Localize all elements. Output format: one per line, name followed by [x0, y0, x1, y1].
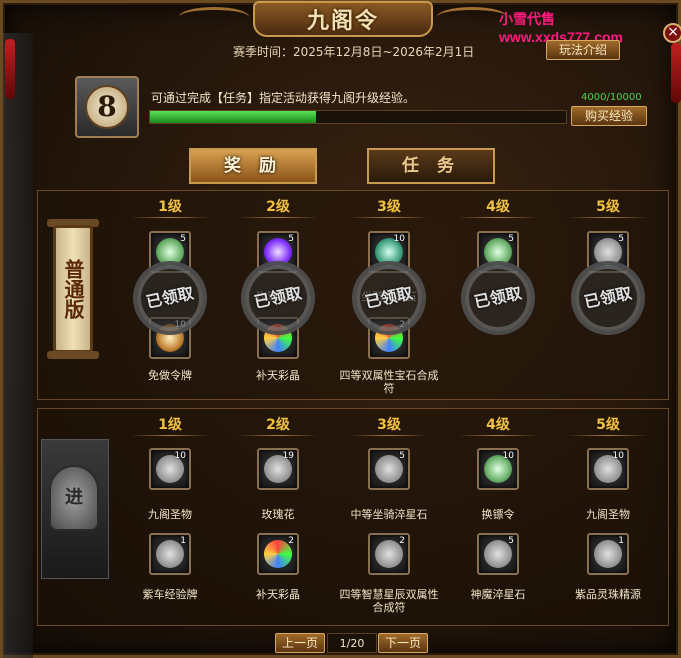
exp-progress-bar	[149, 110, 567, 124]
item-count: 2	[288, 536, 294, 546]
item-count: 5	[508, 234, 514, 244]
season-time: 赛季时间：2025年12月8日~2026年2月1日	[233, 45, 475, 59]
reward-slot[interactable]: 10	[587, 448, 629, 490]
level-header: 4级	[486, 417, 510, 433]
level-header: 2级	[266, 199, 290, 215]
item-count: 1	[618, 536, 624, 546]
prev-page-button[interactable]: 上一页	[275, 633, 325, 653]
level-header: 2级	[266, 417, 290, 433]
item-name: 九阁圣物	[148, 508, 192, 521]
item-name: 补天彩晶	[256, 369, 300, 382]
exp-description: 可通过完成【任务】指定活动获得九阁升级经验。	[151, 91, 416, 105]
reward-slot[interactable]: 2	[257, 533, 299, 575]
next-page-button[interactable]: 下一页	[378, 633, 428, 653]
tassel-right	[671, 43, 681, 103]
exp-progress-fill	[150, 111, 317, 123]
reward-slot[interactable]: 5	[477, 533, 519, 575]
item-name: 四等双属性宝石合成符	[339, 369, 439, 395]
reward-slot[interactable]: 2	[368, 533, 410, 575]
item-count: 2	[399, 536, 405, 546]
battle-pass-window: 九阁令 小雪代售www.xxds777.com × 赛季时间：2025年12月8…	[0, 0, 681, 658]
level-header: 5级	[596, 417, 620, 433]
reward-slot[interactable]: 1	[149, 533, 191, 575]
title-ornament-left	[179, 7, 249, 27]
page-indicator: 1/20	[327, 633, 377, 653]
reward-slot[interactable]: 10	[149, 448, 191, 490]
reward-slot[interactable]: 5	[368, 448, 410, 490]
item-name: 九阁圣物	[586, 508, 630, 521]
item-name: 紫品灵珠精源	[575, 588, 641, 601]
item-name: 补天彩晶	[256, 588, 300, 601]
item-count: 5	[288, 234, 294, 244]
reward-slot[interactable]: 19	[257, 448, 299, 490]
left-backdrop	[3, 33, 33, 658]
item-count: 10	[612, 451, 624, 461]
item-count: 10	[502, 451, 514, 461]
advanced-tier-banner: 进	[49, 465, 99, 531]
level-divider	[458, 435, 538, 436]
item-count: 10	[174, 451, 186, 461]
level-header: 3级	[377, 417, 401, 433]
level-divider	[568, 435, 648, 436]
level-header: 3级	[377, 199, 401, 215]
tassel-left	[5, 39, 15, 99]
item-name: 换镖令	[481, 508, 515, 521]
level-divider	[458, 217, 538, 218]
rules-button[interactable]: 玩法介绍	[546, 40, 620, 60]
level-header: 1级	[158, 199, 182, 215]
reward-slot[interactable]: 10	[477, 448, 519, 490]
item-name: 玫瑰花	[261, 508, 295, 521]
level-divider	[238, 217, 318, 218]
item-count: 19	[282, 451, 294, 461]
window-title: 九阁令	[253, 1, 433, 37]
level-badge: 8	[75, 76, 139, 138]
item-count: 5	[399, 451, 405, 461]
normal-tier-banner: 普通版	[53, 225, 93, 353]
item-name: 紫车经验牌	[142, 588, 198, 601]
level-number: 8	[85, 85, 129, 129]
level-divider	[568, 217, 648, 218]
item-count: 1	[180, 536, 186, 546]
banner-cap-bottom	[47, 351, 99, 359]
item-count: 5	[618, 234, 624, 244]
item-count: 5	[508, 536, 514, 546]
item-name: 免做令牌	[148, 369, 192, 382]
level-divider	[349, 217, 429, 218]
level-header: 4级	[486, 199, 510, 215]
item-count: 5	[180, 234, 186, 244]
item-name: 四等智慧星辰双属性合成符	[339, 588, 439, 614]
level-header: 1级	[158, 417, 182, 433]
level-header: 5级	[596, 199, 620, 215]
level-divider	[130, 217, 210, 218]
exp-counter: 4000/10000	[581, 92, 642, 103]
level-divider	[238, 435, 318, 436]
title-ornament-right	[437, 7, 507, 27]
item-name: 神魔淬星石	[470, 588, 526, 601]
buy-exp-button[interactable]: 购买经验	[571, 106, 647, 126]
close-button[interactable]: ×	[663, 23, 681, 43]
reward-slot[interactable]: 1	[587, 533, 629, 575]
item-count: 10	[393, 234, 405, 244]
level-divider	[130, 435, 210, 436]
item-name: 中等坐骑淬星石	[350, 508, 428, 521]
tab-tasks[interactable]: 任 务	[367, 148, 495, 184]
level-divider	[349, 435, 429, 436]
tab-rewards[interactable]: 奖 励	[189, 148, 317, 184]
